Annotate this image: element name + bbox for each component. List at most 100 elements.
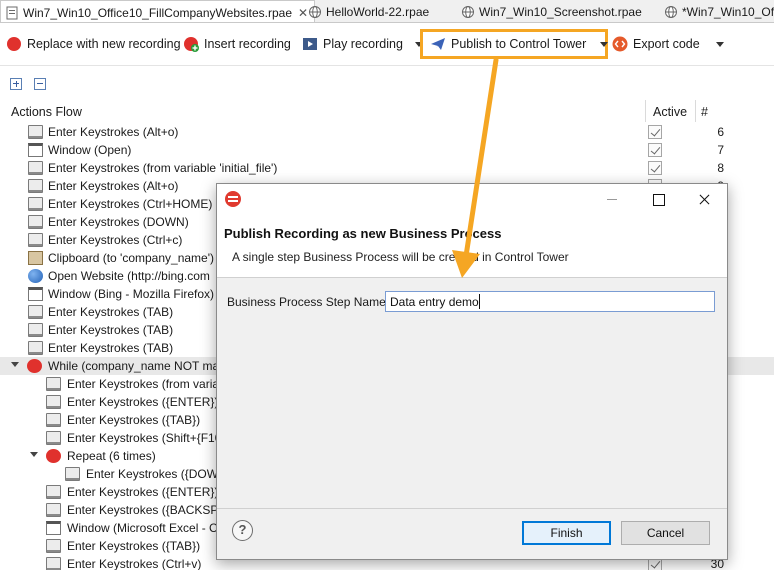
step-name-label: Business Process Step Name: (227, 295, 390, 309)
finish-button[interactable]: Finish (522, 521, 611, 545)
tab-screenshot[interactable]: Win7_Win10_Screenshot.rpae (457, 0, 648, 22)
keyboard-icon (28, 125, 43, 139)
chevron-down-icon[interactable] (600, 41, 609, 47)
toolbar: Replace with new recording Insert record… (0, 24, 774, 66)
chevron-down-icon[interactable] (715, 41, 724, 47)
editor-tab-bar: Win7_Win10_Office10_FillCompanyWebsites.… (0, 0, 774, 23)
dialog-header: Publish Recording as new Business Proces… (217, 214, 727, 278)
keyboard-icon (46, 413, 61, 427)
help-icon[interactable]: ? (232, 520, 253, 541)
export-code-button[interactable]: Export code (612, 33, 724, 55)
app-icon (225, 191, 241, 207)
window-icon (28, 287, 43, 301)
actions-flow-header: Actions Flow (11, 105, 82, 119)
tab-helloworld[interactable]: HelloWorld-22.rpae (304, 0, 435, 22)
keyboard-icon (46, 377, 61, 391)
table-row[interactable]: Enter Keystrokes (from variable 'initial… (0, 159, 774, 177)
column-separator (695, 100, 696, 122)
keyboard-icon (28, 323, 43, 337)
row-label: Enter Keystrokes (Alt+o) (48, 125, 179, 139)
code-icon (612, 36, 628, 52)
tab-label: Win7_Win10_Office10_FillCompanyWebsites.… (23, 5, 293, 20)
row-number: 6 (717, 125, 724, 139)
row-label: Window (Bing - Mozilla Firefox) (48, 287, 215, 301)
publish-label: Publish to Control Tower (451, 37, 587, 51)
keyboard-icon (46, 431, 61, 445)
row-label: Enter Keystrokes ({ENTER}) (67, 395, 219, 409)
keyboard-icon (46, 485, 61, 499)
close-icon[interactable] (681, 184, 727, 214)
row-label: Enter Keystrokes ({ENTER}) (67, 485, 219, 499)
row-label: Enter Keystrokes ({TAB}) (67, 539, 201, 553)
chevron-down-icon[interactable] (11, 362, 19, 367)
row-label: Enter Keystrokes (Ctrl+c) (48, 233, 183, 247)
publish-to-control-tower-button[interactable]: Publish to Control Tower (430, 33, 609, 55)
row-number: 7 (717, 143, 724, 157)
dialog-titlebar (217, 184, 727, 214)
row-label: Enter Keystrokes (Alt+o) (48, 179, 179, 193)
loop-icon (27, 359, 42, 373)
row-label: Clipboard (to 'company_name') (48, 251, 214, 265)
keyboard-icon (28, 341, 43, 355)
keyboard-icon (46, 539, 61, 553)
keyboard-icon (46, 557, 61, 570)
keyboard-icon (65, 467, 80, 481)
row-label: Enter Keystrokes (from variable 'initial… (48, 161, 278, 175)
maximize-icon[interactable] (635, 184, 681, 214)
window-icon (46, 521, 61, 535)
tab-label: Win7_Win10_Screenshot.rpae (479, 4, 642, 19)
export-code-label: Export code (633, 37, 700, 51)
table-row[interactable]: Window (Open) 7 (0, 141, 774, 159)
record-icon (7, 37, 21, 51)
number-column-header: # (701, 105, 708, 119)
globe-tab-icon (462, 5, 474, 18)
row-label: Enter Keystrokes ({BACKSPA (67, 503, 226, 517)
row-label: Enter Keystrokes (Shift+{F10 (67, 431, 222, 445)
row-label: Open Website (http://bing.com (48, 269, 210, 283)
row-label: Enter Keystrokes (TAB) (48, 323, 174, 337)
active-column-header: Active (653, 105, 688, 119)
insert-recording-button[interactable]: Insert recording (183, 33, 291, 55)
cancel-button[interactable]: Cancel (621, 521, 710, 545)
row-label: Enter Keystrokes (DOWN) (48, 215, 189, 229)
paper-plane-icon (431, 38, 445, 50)
keyboard-icon (28, 215, 43, 229)
collapse-all-icon[interactable] (34, 78, 46, 90)
table-row[interactable]: Enter Keystrokes (Alt+o) 6 (0, 123, 774, 141)
dialog-separator (217, 508, 727, 509)
dialog-description: A single step Business Process will be c… (232, 250, 569, 264)
insert-recording-label: Insert recording (204, 37, 291, 51)
tab-label: *Win7_Win10_Of (682, 4, 774, 19)
play-recording-button[interactable]: Play recording (302, 33, 423, 55)
row-label: Enter Keystrokes ({TAB}) (67, 413, 201, 427)
row-label: Repeat (6 times) (67, 449, 156, 463)
globe-tab-icon (665, 5, 677, 18)
replace-recording-label: Replace with new recording (27, 37, 181, 51)
row-label: Window (Open) (48, 143, 132, 157)
expand-all-icon[interactable] (10, 78, 22, 90)
tab-fill-company-websites[interactable]: Win7_Win10_Office10_FillCompanyWebsites.… (0, 0, 316, 22)
clipboard-icon (28, 251, 43, 265)
recording-file-icon (6, 6, 18, 19)
tab-office[interactable]: *Win7_Win10_Of (660, 0, 774, 22)
keyboard-icon (28, 179, 43, 193)
replace-recording-button[interactable]: Replace with new recording (6, 33, 181, 55)
row-label: Enter Keystrokes (TAB) (48, 305, 174, 319)
column-separator (645, 100, 646, 122)
play-icon (303, 38, 317, 50)
chevron-down-icon[interactable] (30, 452, 38, 457)
publish-dialog: Publish Recording as new Business Proces… (216, 183, 728, 560)
active-checkbox[interactable] (648, 161, 662, 175)
window-icon (28, 143, 43, 157)
row-number: 8 (717, 161, 724, 175)
row-label: Enter Keystrokes (from varia (67, 377, 220, 391)
row-label: Enter Keystrokes (Ctrl+v) (67, 557, 202, 570)
loop-icon (46, 449, 61, 463)
step-name-input[interactable] (385, 291, 715, 312)
keyboard-icon (28, 197, 43, 211)
row-label: Enter Keystrokes ({DOWN (86, 467, 227, 481)
active-checkbox[interactable] (648, 143, 662, 157)
active-checkbox[interactable] (648, 125, 662, 139)
insert-record-icon (184, 37, 199, 52)
minimize-icon[interactable] (589, 184, 635, 214)
